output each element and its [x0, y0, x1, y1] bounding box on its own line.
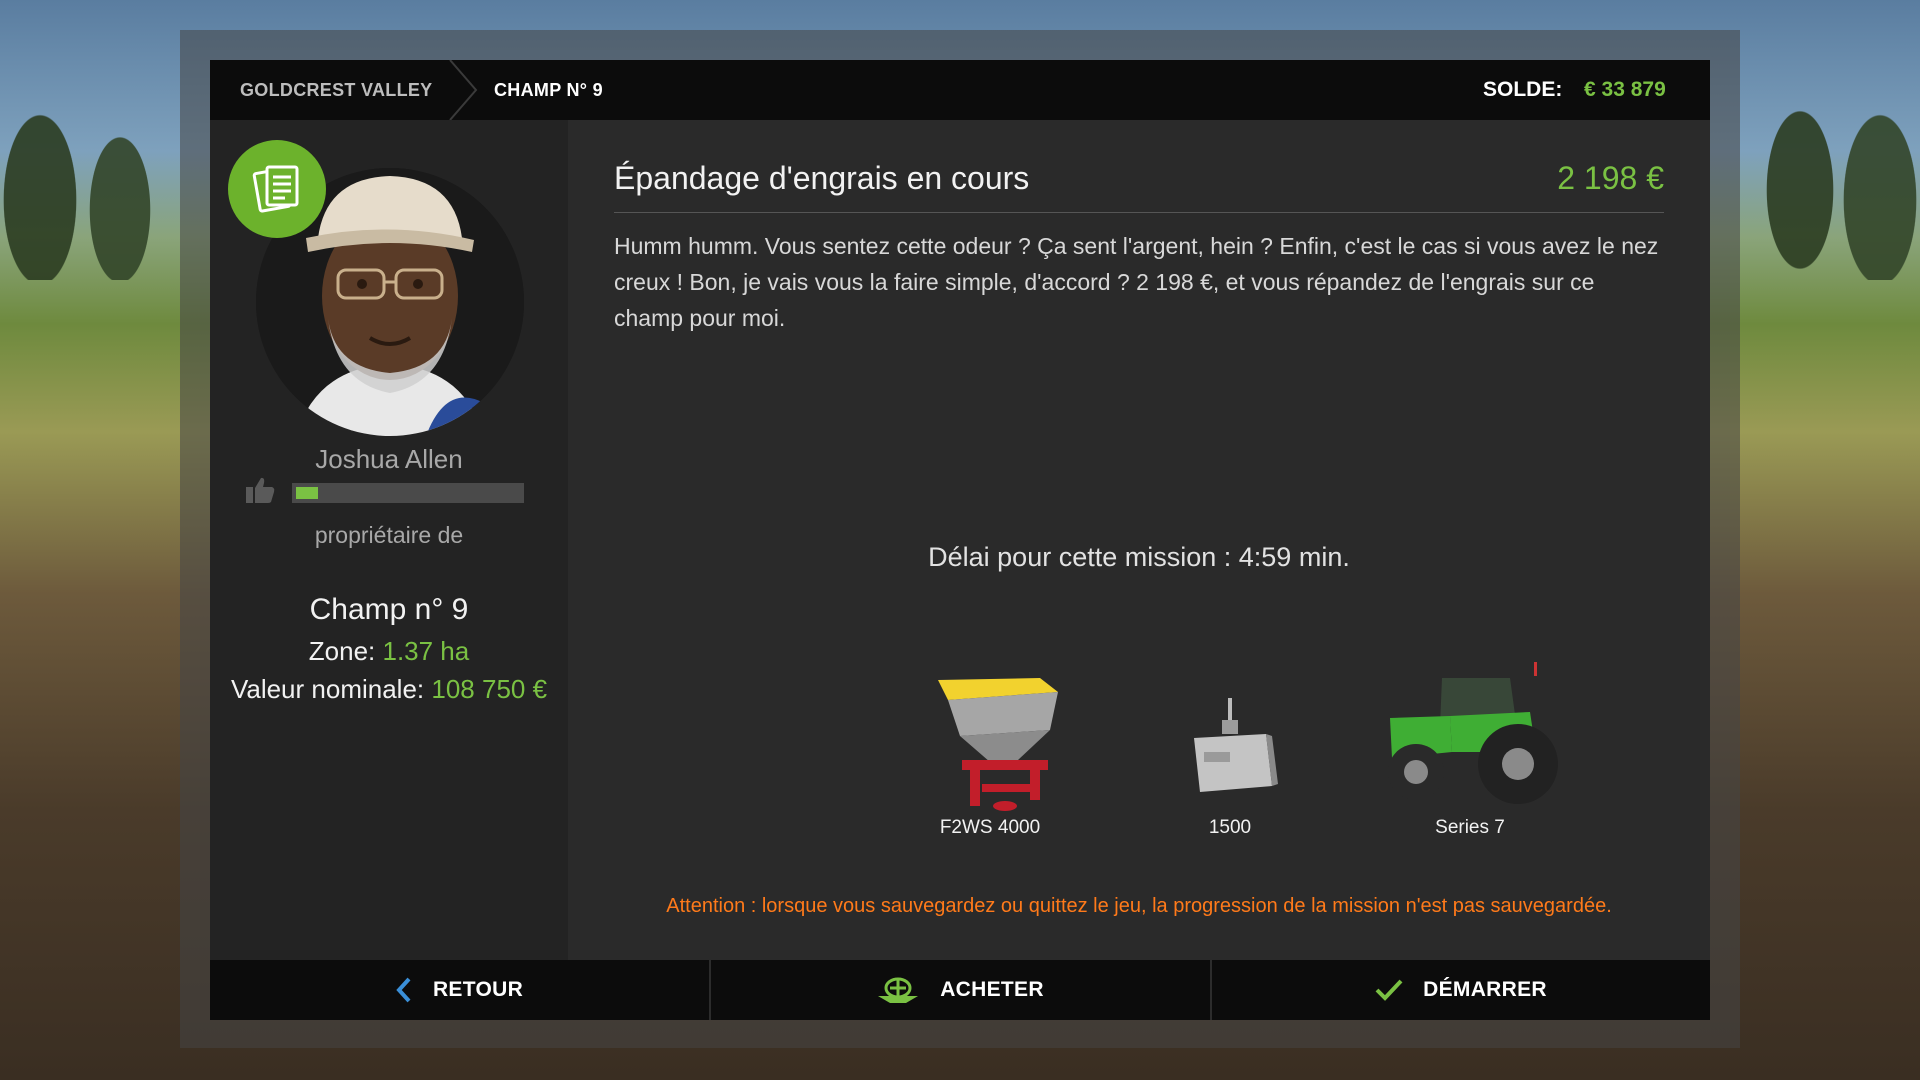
reputation-bar-fill [296, 487, 318, 499]
vehicle-label: Series 7 [1435, 817, 1505, 838]
action-bar: RETOUR ACHETER DÉMARRER [210, 960, 1710, 1020]
field-zone-label: Zone: [308, 636, 383, 666]
buy-button-label: ACHETER [940, 978, 1044, 1001]
field-name: Champ n° 9 [309, 593, 469, 626]
npc-name: Joshua Allen [315, 444, 463, 474]
breadcrumb-field: CHAMP N° 9 [494, 80, 603, 100]
buy-button[interactable]: ACHETER [711, 960, 1209, 1020]
npc-sidebar: Joshua Allen propriétaire de Champ n° 9 … [210, 120, 568, 960]
vehicle-item: F2WS 4000 [890, 660, 1090, 845]
back-button-label: RETOUR [432, 978, 524, 1001]
mission-title: Épandage d'engrais en cours [614, 160, 1030, 196]
start-button-label: DÉMARRER [1423, 978, 1547, 1001]
header-bar: GOLDCREST VALLEY CHAMP N° 9 SOLDE: € 33 … [210, 60, 1710, 120]
vehicle-label: F2WS 4000 [939, 817, 1041, 838]
vehicle-item: Series 7 [1370, 660, 1570, 845]
fertilizer-spreader-icon [938, 678, 1058, 811]
tractor-icon [1388, 662, 1558, 804]
field-value-amount: 108 750 € [431, 674, 548, 704]
vehicle-label: 1500 [1208, 817, 1252, 838]
reputation-bar [292, 483, 524, 503]
breadcrumb-farm[interactable]: GOLDCREST VALLEY [240, 80, 432, 101]
back-button[interactable]: RETOUR [210, 960, 708, 1020]
shop-icon [876, 976, 920, 1004]
mission-dialog: GOLDCREST VALLEY CHAMP N° 9 SOLDE: € 33 … [210, 60, 1710, 1020]
vehicle-item: 1500 [1130, 660, 1330, 845]
mission-reward: 2 198 € [1557, 160, 1664, 196]
mission-description: Humm humm. Vous sentez cette odeur ? Ça … [614, 233, 1659, 331]
weight-icon [1194, 698, 1278, 792]
mission-warning: Attention : lorsque vous sauvegardez ou … [666, 895, 1612, 917]
breadcrumb-separator-icon [449, 60, 478, 120]
field-zone: Zone: 1.37 ha [210, 636, 568, 667]
field-value: Valeur nominale: 108 750 € [210, 674, 568, 705]
chevron-left-icon [395, 976, 413, 1004]
checkmark-icon [1375, 978, 1403, 1002]
balance-label: SOLDE: [1483, 78, 1563, 101]
mission-document-icon [228, 140, 326, 238]
owner-label: propriétaire de [314, 522, 464, 548]
balance-value: € 33 879 [1584, 78, 1666, 101]
mission-content: Épandage d'engrais en cours 2 198 € Humm… [568, 120, 1710, 960]
start-button[interactable]: DÉMARRER [1212, 960, 1710, 1020]
field-value-label: Valeur nominale: [230, 674, 432, 704]
field-zone-value: 1.37 ha [382, 636, 470, 666]
mission-timer: Délai pour cette mission : 4:59 min. [928, 542, 1350, 572]
title-divider [614, 212, 1664, 213]
thumbs-up-icon [246, 477, 275, 503]
